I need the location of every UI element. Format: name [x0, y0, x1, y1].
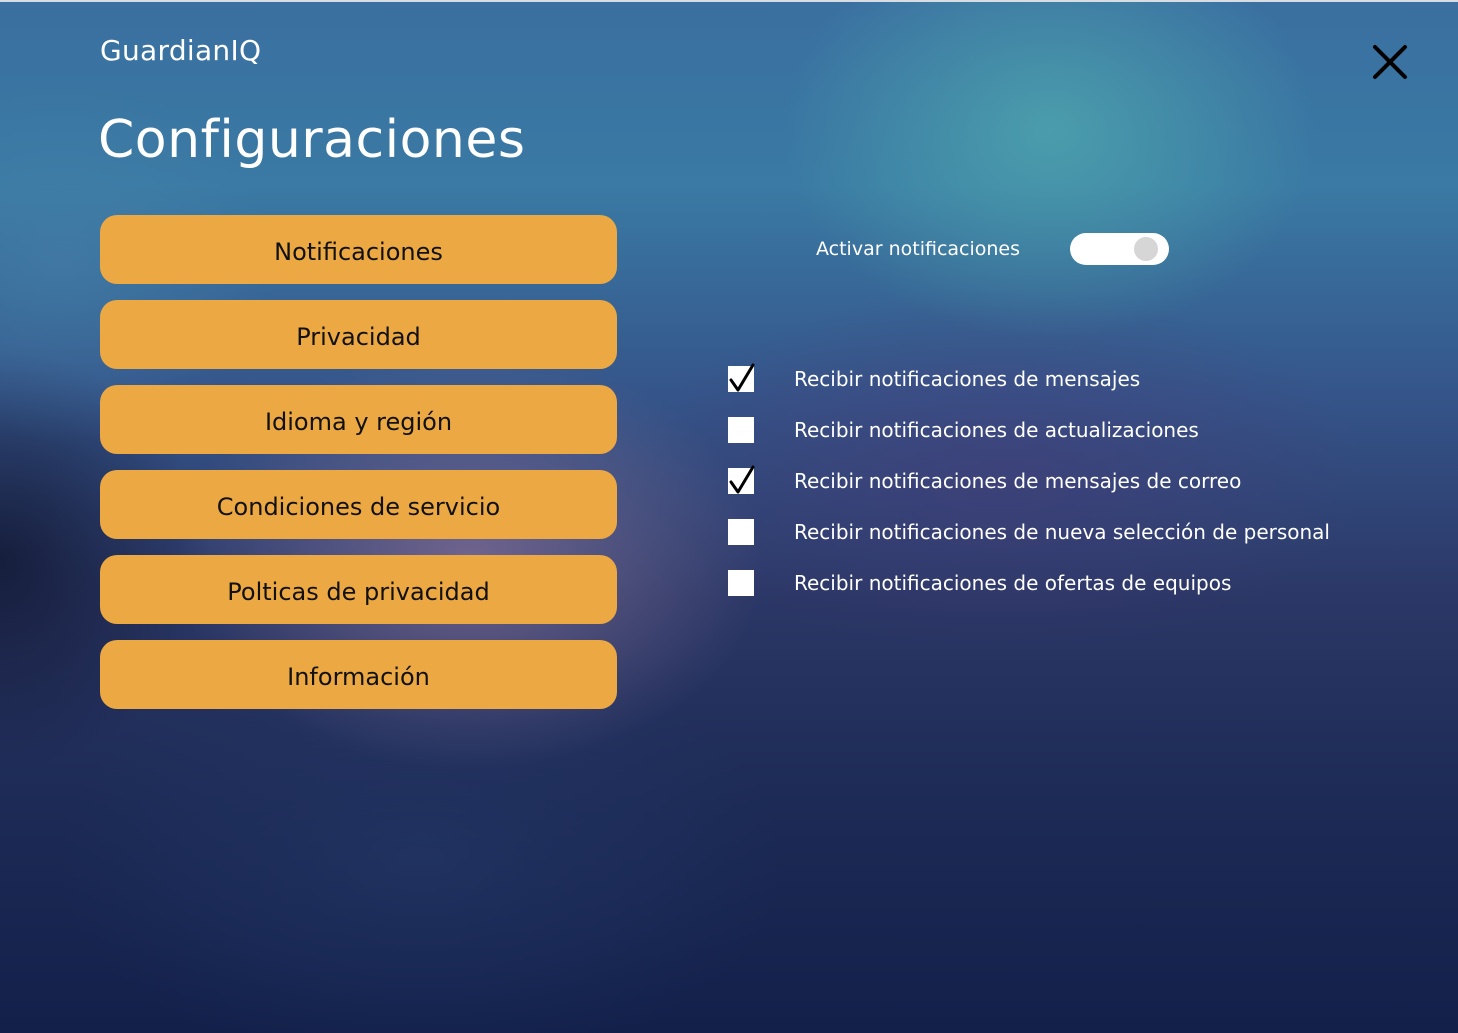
toggle-label: Activar notificaciones [816, 238, 1021, 260]
option-label: Recibir notificaciones de nueva selecció… [794, 519, 1330, 544]
option-checkbox[interactable] [728, 363, 755, 392]
option-checkbox[interactable] [728, 569, 754, 596]
page-title: Configuraciones [98, 110, 526, 170]
option-row: Recibir notificaciones de nueva selecció… [728, 506, 1330, 557]
option-row: Recibir notificaciones de mensajes de co… [728, 455, 1330, 506]
notifications-toggle[interactable] [1070, 233, 1169, 265]
close-icon[interactable] [1370, 42, 1410, 82]
top-border [0, 0, 1458, 2]
option-checkbox[interactable] [728, 416, 754, 443]
option-row: Recibir notificaciones de ofertas de equ… [728, 557, 1330, 608]
settings-menu: Notificaciones Privacidad Idioma y regió… [100, 215, 617, 725]
menu-informacion-button[interactable]: Información [100, 640, 617, 709]
option-checkbox[interactable] [728, 465, 755, 494]
checkmark-icon [729, 465, 755, 493]
notifications-toggle-row: Activar notificaciones [816, 232, 1169, 266]
menu-condiciones-button[interactable]: Condiciones de servicio [100, 470, 617, 539]
menu-idioma-region-button[interactable]: Idioma y región [100, 385, 617, 454]
brand-logo-text: GuardianIQ [100, 34, 262, 67]
option-label: Recibir notificaciones de ofertas de equ… [794, 570, 1232, 595]
menu-notificaciones-button[interactable]: Notificaciones [100, 215, 617, 284]
option-label: Recibir notificaciones de actualizacione… [794, 417, 1199, 442]
toggle-knob [1134, 237, 1158, 261]
option-label: Recibir notificaciones de mensajes [794, 366, 1141, 391]
menu-politicas-button[interactable]: Polticas de privacidad [100, 555, 617, 624]
checkmark-icon [729, 363, 755, 391]
option-label: Recibir notificaciones de mensajes de co… [794, 468, 1242, 493]
option-checkbox[interactable] [728, 518, 754, 545]
option-row: Recibir notificaciones de mensajes [728, 353, 1330, 404]
notification-options-list: Recibir notificaciones de mensajes Recib… [728, 353, 1330, 608]
menu-privacidad-button[interactable]: Privacidad [100, 300, 617, 369]
option-row: Recibir notificaciones de actualizacione… [728, 404, 1330, 455]
